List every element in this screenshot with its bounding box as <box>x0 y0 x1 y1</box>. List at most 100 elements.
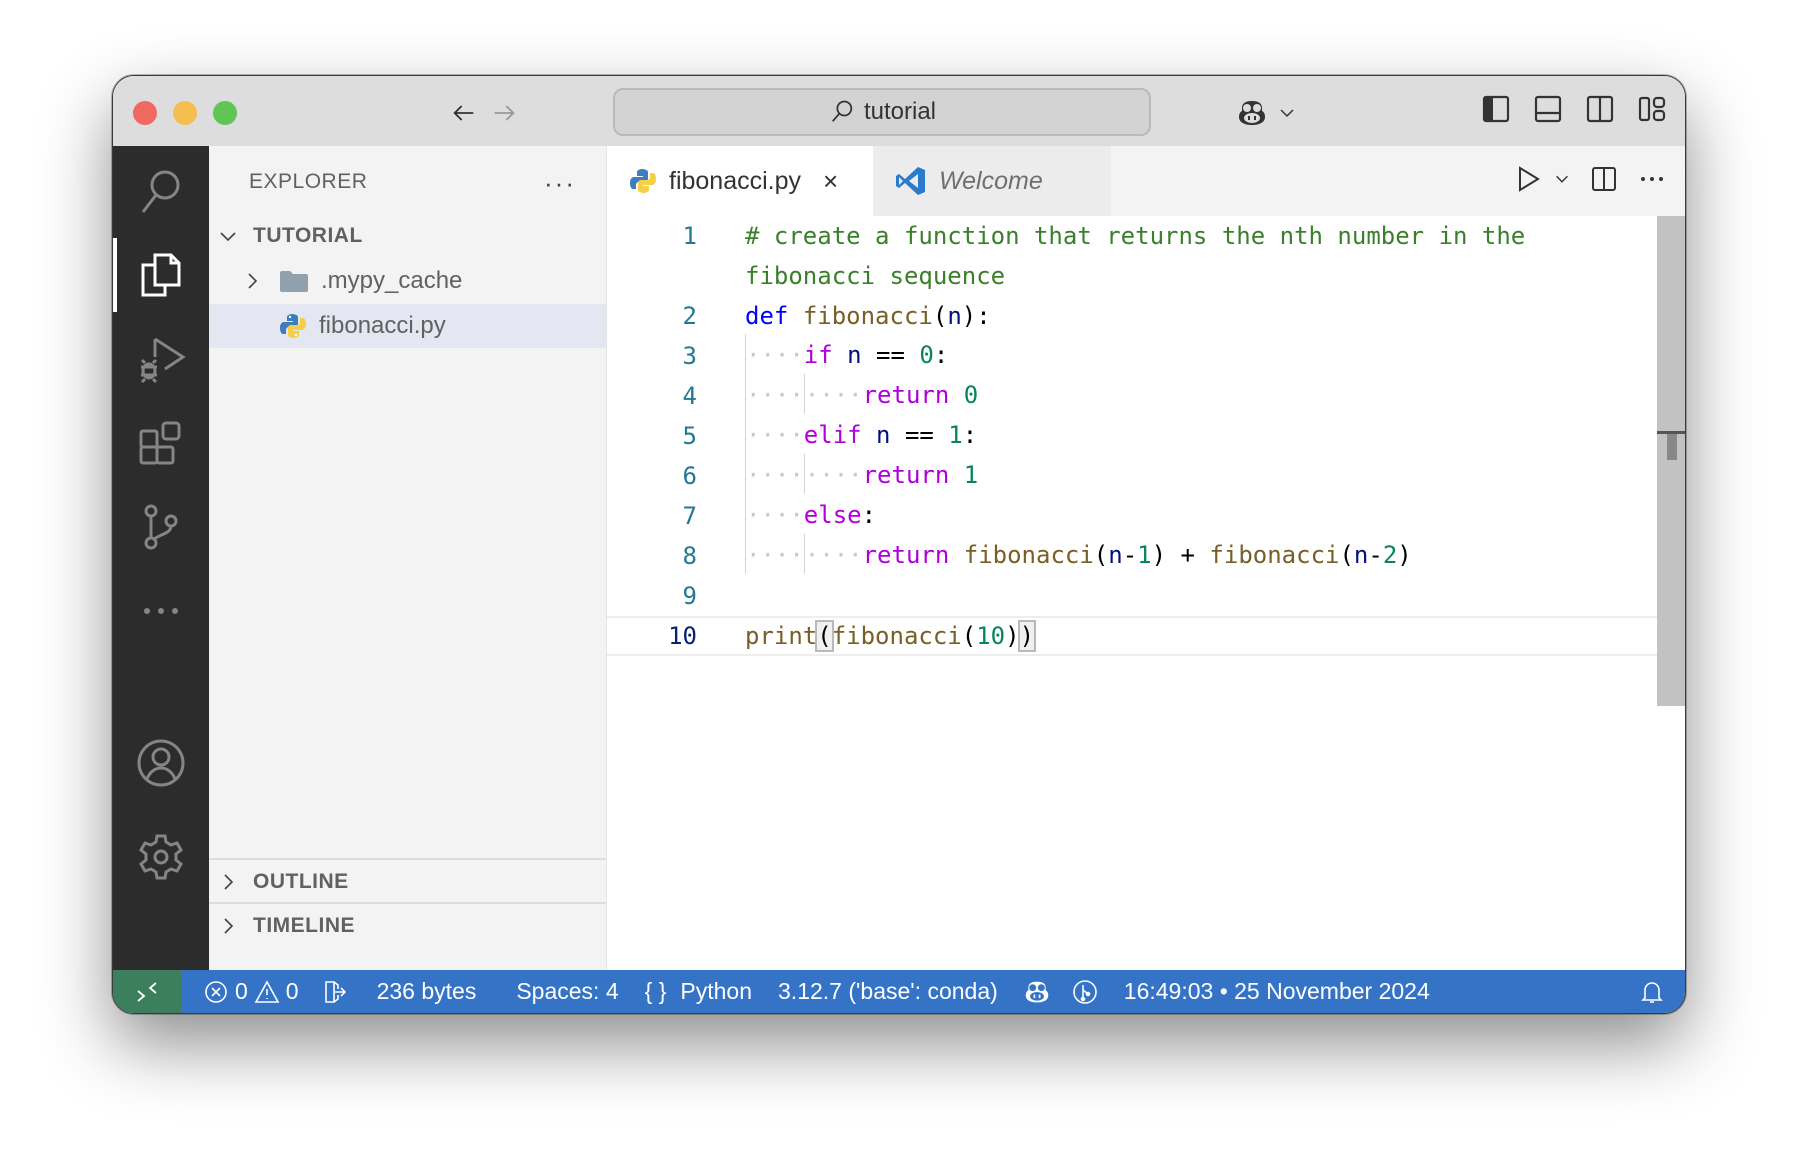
code-line-3: 3 ····if n == 0: <box>607 334 1657 376</box>
activity-extensions[interactable] <box>113 398 209 488</box>
chevron-right-icon <box>241 270 263 292</box>
toggle-primary-sidebar-button[interactable] <box>1481 94 1511 124</box>
line-number: 1 <box>682 222 697 250</box>
line-number: 8 <box>682 542 697 570</box>
bell-icon <box>1641 981 1663 1003</box>
customize-layout-icon <box>1638 96 1666 122</box>
notifications-button[interactable] <box>1639 979 1665 1005</box>
file-size[interactable]: 236 bytes <box>377 978 477 1005</box>
git-graph-button[interactable] <box>1072 979 1098 1005</box>
tree-item-label: fibonacci.py <box>319 312 446 339</box>
minimize-window-button[interactable] <box>173 101 197 125</box>
go-back-button[interactable] <box>447 96 481 130</box>
vscode-logo-icon <box>896 167 925 195</box>
python-file-icon <box>630 169 656 193</box>
activity-source-control[interactable] <box>113 482 209 572</box>
line-content: ····elif n == 1: <box>745 414 977 454</box>
tree-item-label: .mypy_cache <box>321 267 463 294</box>
go-forward-button[interactable] <box>487 96 521 130</box>
workspace-folder-header[interactable]: TUTORIAL <box>209 214 606 258</box>
line-content: ····if n == 0: <box>745 334 948 374</box>
indentation-selector[interactable]: Spaces: 4 <box>516 978 618 1005</box>
python-interpreter-selector[interactable]: 3.12.7 ('base': conda) <box>778 978 998 1005</box>
vertical-scrollbar[interactable] <box>1657 216 1685 706</box>
customize-layout-button[interactable] <box>1637 94 1667 124</box>
copilot-icon <box>1239 101 1265 125</box>
datetime-display: 16:49:03 • 25 November 2024 <box>1123 978 1430 1004</box>
code-line-9: 9 <box>607 576 1657 616</box>
line-number: 4 <box>682 382 697 410</box>
language-mode-selector[interactable]: { } Python <box>645 978 752 1005</box>
tab-label: Welcome <box>939 166 1043 195</box>
code-line-2: 2 def fibonacci(n): <box>607 296 1657 336</box>
split-right-icon <box>1586 95 1614 123</box>
sidebar-title: EXPLORER <box>249 170 368 193</box>
chevron-down-icon[interactable] <box>1553 170 1571 188</box>
code-line-4: 4 ········return 0 <box>607 374 1657 416</box>
extensions-icon <box>139 421 181 465</box>
tab-fibonacci-py[interactable]: fibonacci.py × <box>607 146 873 216</box>
tree-item-mypy-cache[interactable]: .mypy_cache <box>209 259 606 303</box>
vscode-window: tutorial EXPLORER ··· TUTORIAL .mypy_cac… <box>112 75 1686 1014</box>
line-content: fibonacci sequence <box>745 262 1006 290</box>
status-bar: 0 0 236 bytes Spaces: 4 { } Python 3.12.… <box>113 970 1685 1013</box>
run-debug-icon <box>140 337 186 384</box>
line-number: 6 <box>682 462 697 490</box>
code-editor[interactable]: 1 # create a function that returns the n… <box>607 216 1657 970</box>
tab-welcome[interactable]: Welcome <box>873 146 1111 216</box>
zoom-window-button[interactable] <box>213 101 237 125</box>
line-number: 9 <box>682 582 697 610</box>
file-export-icon <box>324 980 346 1003</box>
activity-bar <box>113 146 209 970</box>
explorer-more-actions-button[interactable]: ··· <box>544 168 576 199</box>
split-editor-icon[interactable] <box>1589 164 1619 194</box>
command-center-text: tutorial <box>863 98 937 125</box>
more-actions-icon[interactable] <box>1637 164 1667 194</box>
activity-accounts[interactable] <box>113 718 209 808</box>
tree-item-fibonacci-py[interactable]: fibonacci.py <box>209 304 606 348</box>
more-icon <box>144 608 178 614</box>
toggle-panel-button[interactable] <box>1533 94 1563 124</box>
search-icon <box>141 170 180 213</box>
matched-bracket: ( <box>815 620 834 652</box>
activity-manage[interactable] <box>113 812 209 902</box>
copilot-status-button[interactable] <box>1024 979 1050 1005</box>
file-info-indicator[interactable] <box>321 979 347 1005</box>
tab-label: fibonacci.py <box>669 166 802 195</box>
activity-search[interactable] <box>113 146 209 236</box>
timeline-section-header[interactable]: TIMELINE <box>209 904 606 948</box>
line-content: ········return 0 <box>745 374 978 414</box>
problems-indicator[interactable]: 0 0 <box>203 978 299 1005</box>
search-icon <box>831 100 853 122</box>
activity-more[interactable] <box>113 566 209 656</box>
tab-bar: fibonacci.py × Welcome <box>607 146 1685 216</box>
chevron-down-icon <box>217 225 239 247</box>
code-line-10: 10 print(fibonacci(10)) <box>607 616 1657 656</box>
source-control-icon <box>144 504 178 550</box>
line-content: def fibonacci(n): <box>745 302 991 330</box>
run-python-file-icon[interactable] <box>1513 164 1543 194</box>
close-tab-button[interactable]: × <box>823 166 838 197</box>
toggle-secondary-sidebar-button[interactable] <box>1585 94 1615 124</box>
activity-explorer[interactable] <box>113 230 209 320</box>
close-window-button[interactable] <box>133 101 157 125</box>
copilot-menu-button[interactable] <box>1237 94 1297 132</box>
activity-run-debug[interactable] <box>113 314 209 404</box>
outline-section-header[interactable]: OUTLINE <box>209 860 606 904</box>
language-label: Python <box>680 978 753 1004</box>
error-count: 0 <box>235 978 248 1004</box>
line-number: 3 <box>682 342 697 370</box>
matched-bracket: ) <box>1017 620 1037 652</box>
line-number: 2 <box>682 302 697 330</box>
sidebar-left-icon <box>1482 95 1510 123</box>
line-number: 5 <box>682 422 697 450</box>
files-icon <box>141 253 181 297</box>
line-content: # create a function that returns the nth… <box>745 222 1526 250</box>
copilot-icon <box>1025 981 1049 1002</box>
remote-indicator-button[interactable] <box>113 970 181 1013</box>
chevron-right-icon <box>217 915 239 937</box>
git-graph-icon <box>1072 979 1097 1004</box>
command-center-search[interactable]: tutorial <box>613 88 1151 136</box>
scrollbar-cursor-indicator <box>1667 434 1677 460</box>
line-content: ········return fibonacci(n-1) + fibonacc… <box>745 534 1412 574</box>
